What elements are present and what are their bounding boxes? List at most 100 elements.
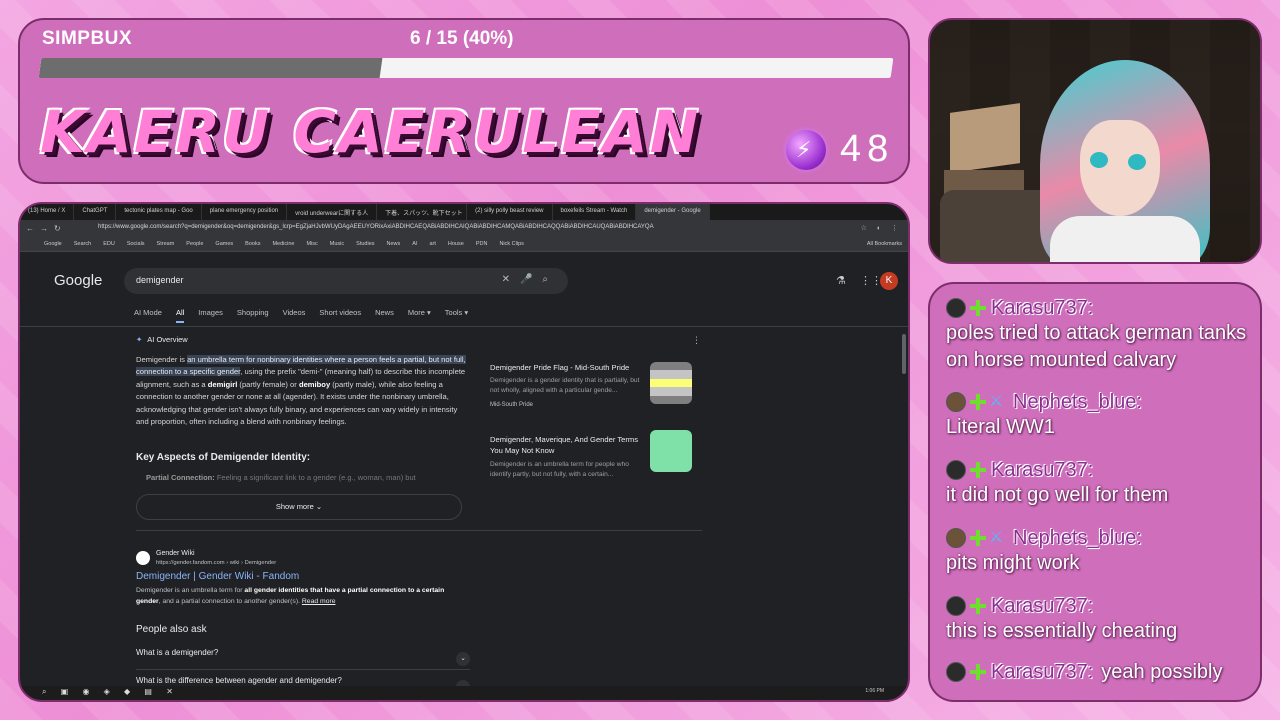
search-tab[interactable]: News bbox=[375, 308, 394, 323]
profile-avatar[interactable]: K bbox=[880, 272, 898, 290]
scrollbar[interactable] bbox=[902, 334, 906, 374]
taskbar-clock[interactable]: 1:06 PM bbox=[865, 688, 884, 694]
nav-buttons-icon[interactable]: ←→↻ bbox=[26, 224, 67, 233]
search-tab[interactable]: AI Mode bbox=[134, 308, 162, 323]
chat-name-line: Karasu737: bbox=[946, 296, 1256, 320]
paa-question[interactable]: What is a demigender? ⌄ bbox=[136, 648, 470, 670]
extension-icons[interactable]: ☆ ◐ ⋮ bbox=[861, 224, 902, 232]
bookmark-folder[interactable]: EDU bbox=[103, 241, 115, 251]
chat-text: this is essentially cheating bbox=[946, 620, 1178, 642]
bookmark-folder[interactable]: Socials bbox=[127, 241, 145, 251]
show-more-button[interactable]: Show more ⌄ bbox=[136, 494, 462, 520]
read-more-link[interactable]: Read more bbox=[302, 598, 336, 605]
bookmark-folder[interactable]: Nick Clips bbox=[499, 241, 523, 251]
url-field[interactable]: https://www.google.com/search?q=demigend… bbox=[98, 224, 654, 230]
search-tab[interactable]: More ▾ bbox=[408, 308, 431, 323]
search-input[interactable]: demigender bbox=[136, 275, 184, 285]
chat-username: Nephets_blue: bbox=[1013, 390, 1142, 413]
browser-tab[interactable]: (2) silly polly beast review bbox=[467, 204, 553, 220]
result-title-link[interactable]: Demigender | Gender Wiki - Fandom bbox=[136, 571, 299, 582]
google-search-box[interactable]: demigender ✕🎤⌕ bbox=[124, 268, 568, 294]
browser-tab[interactable]: demigender - Google bbox=[636, 204, 710, 220]
chat-text: yeah possibly bbox=[1101, 660, 1223, 683]
ai-overview-title: ✦ AI Overview bbox=[136, 335, 188, 344]
apps-grid-icon[interactable]: ⋮⋮ bbox=[860, 274, 882, 287]
search-tab[interactable]: Tools ▾ bbox=[445, 308, 468, 323]
bookmark-folder[interactable]: Games bbox=[215, 241, 233, 251]
browser-tab[interactable]: vroid underwearに関する人 bbox=[287, 204, 378, 220]
chat-message: Karasu737: poles tried to attack german t… bbox=[946, 296, 1256, 374]
browser-tab[interactable]: (13) Home / X bbox=[20, 204, 75, 220]
lightning-coin-icon bbox=[786, 130, 826, 170]
all-bookmarks-button[interactable]: All Bookmarks bbox=[867, 241, 902, 247]
chat-name-line: Karasu737: bbox=[946, 594, 1256, 618]
fandom-site-icon bbox=[136, 551, 150, 565]
browser-tab[interactable]: tectonic plates map - Goo bbox=[116, 204, 202, 220]
search-tools-icon[interactable]: ✕🎤⌕ bbox=[502, 274, 558, 285]
search-tab[interactable]: Shopping bbox=[237, 308, 269, 323]
bookmark-folder[interactable]: News bbox=[387, 241, 401, 251]
search-tab[interactable]: Videos bbox=[283, 308, 306, 323]
bookmark-folder[interactable]: art bbox=[429, 241, 435, 251]
chat-username: Karasu737: bbox=[991, 660, 1094, 683]
bookmark-folder[interactable]: PDN bbox=[476, 241, 488, 251]
bookmark-folder[interactable]: Books bbox=[245, 241, 260, 251]
bookmark-folder[interactable]: Google bbox=[44, 241, 62, 251]
browser-tab[interactable]: ChatGPT bbox=[74, 204, 117, 220]
avatar-face bbox=[1080, 120, 1160, 216]
result-snippet: Demigender is an umbrella term for all g… bbox=[136, 587, 445, 605]
browser-tab[interactable]: boxefeils Stream - Watch bbox=[553, 204, 637, 220]
source-title[interactable]: Demigender, Maverique, And Gender Terms … bbox=[490, 434, 640, 456]
chat-message: Karasu737: it did not go well for them bbox=[946, 458, 1256, 509]
bookmark-folder[interactable]: Stream bbox=[157, 241, 175, 251]
chat-name-line: Karasu737: yeah possibly bbox=[946, 660, 1256, 684]
sword-badge-icon: ⚔ bbox=[989, 529, 1004, 546]
source-snippet: Demigender is a gender identity that is … bbox=[490, 377, 640, 394]
chat-text: it did not go well for them bbox=[946, 484, 1169, 506]
source-thumbnail bbox=[650, 430, 692, 472]
more-options-icon[interactable]: ⋮ bbox=[692, 335, 701, 346]
avatar-eye bbox=[1090, 152, 1108, 168]
search-tab[interactable]: All bbox=[175, 308, 185, 323]
header-panel: SIMPBUX 6 / 15 (40%) KAERU CAERULEAN 48 bbox=[18, 18, 910, 184]
chat-avatar bbox=[946, 460, 966, 480]
ai-faded-text: Partial Connection: Feeling a significan… bbox=[146, 473, 416, 482]
bookmark-folder[interactable]: AI bbox=[412, 241, 417, 251]
simpbux-label: SIMPBUX bbox=[42, 28, 133, 49]
chat-avatar bbox=[946, 596, 966, 616]
chat-avatar bbox=[946, 392, 966, 412]
address-bar[interactable]: ←→↻ https://www.google.com/search?q=demi… bbox=[20, 220, 908, 238]
bookmark-folder[interactable]: Misc bbox=[306, 241, 317, 251]
source-site: Mid-South Pride bbox=[490, 402, 534, 408]
chat-username: Karasu737: bbox=[991, 458, 1094, 481]
result-site-name[interactable]: Gender Wiki bbox=[156, 550, 195, 557]
webcam-panel bbox=[928, 18, 1262, 264]
green-plus-badge-icon bbox=[969, 461, 987, 479]
ai-subheading: Key Aspects of Demigender Identity: bbox=[136, 452, 311, 463]
coin-count: 48 bbox=[840, 128, 895, 170]
chat-username: Karasu737: bbox=[991, 296, 1094, 319]
search-tab[interactable]: Short videos bbox=[319, 308, 361, 323]
chevron-down-icon[interactable]: ⌄ bbox=[456, 652, 470, 666]
labs-flask-icon[interactable]: ⚗ bbox=[836, 274, 846, 287]
bookmark-folder[interactable]: Medicine bbox=[272, 241, 294, 251]
sword-badge-icon: ⚔ bbox=[989, 393, 1004, 410]
bookmark-folder[interactable]: House bbox=[448, 241, 464, 251]
chat-avatar bbox=[946, 662, 966, 682]
bookmark-folder[interactable]: People bbox=[186, 241, 203, 251]
bookmark-folder[interactable]: Search bbox=[74, 241, 91, 251]
simpbux-progress-bar bbox=[38, 58, 894, 78]
source-card[interactable]: Demigender, Maverique, And Gender Terms … bbox=[482, 426, 702, 490]
browser-tab[interactable]: 下着、スパッツ、靴下セット bbox=[377, 204, 468, 220]
search-tab[interactable]: Images bbox=[198, 308, 223, 323]
source-card[interactable]: Demigender Pride Flag - Mid-South Pride … bbox=[482, 354, 702, 418]
source-title[interactable]: Demigender Pride Flag - Mid-South Pride bbox=[490, 362, 640, 373]
green-plus-badge-icon bbox=[969, 393, 987, 411]
bookmark-folder[interactable]: Music bbox=[330, 241, 344, 251]
bookmark-folder[interactable]: Studies bbox=[356, 241, 374, 251]
avatar-hoodie bbox=[1050, 216, 1200, 262]
browser-tab[interactable]: plane emergency position bbox=[202, 204, 288, 220]
taskbar-app-icons[interactable]: ⌕ ▣ ◉ ◈ ◆ ▤ ✕ bbox=[42, 687, 179, 697]
google-logo[interactable]: Google bbox=[54, 272, 102, 289]
sparkle-icon: ✦ bbox=[136, 335, 143, 344]
